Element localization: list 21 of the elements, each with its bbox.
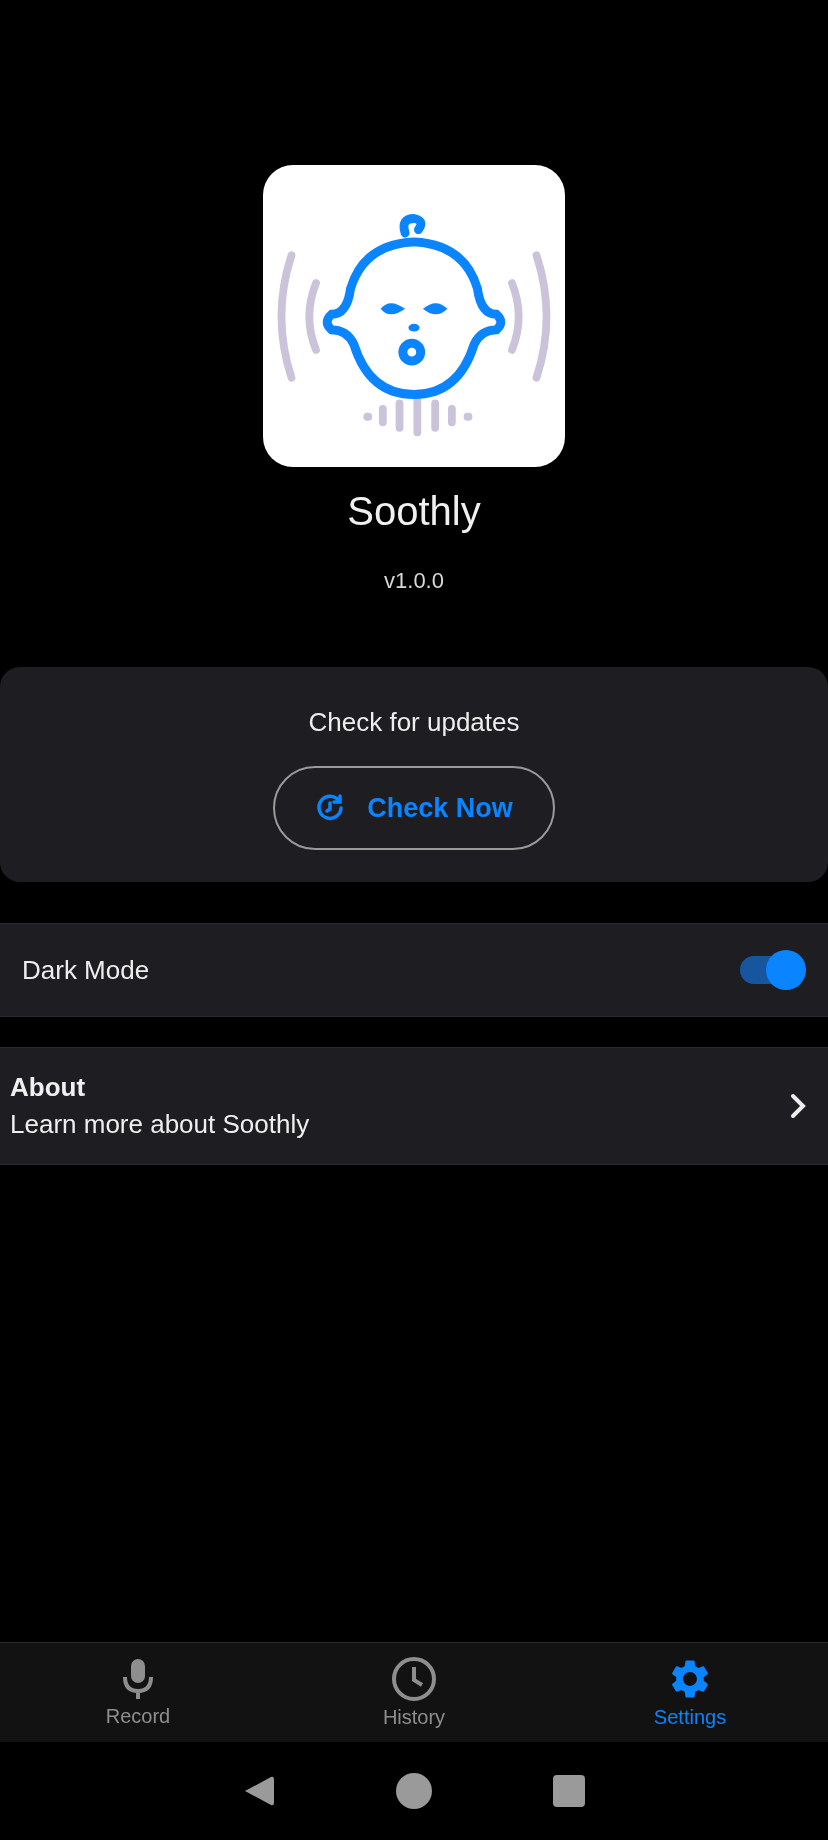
home-button[interactable]	[395, 1772, 433, 1810]
setting-label: Dark Mode	[22, 954, 150, 986]
clock-icon	[391, 1656, 437, 1702]
app-version: v1.0.0	[384, 568, 444, 594]
back-button[interactable]	[243, 1774, 275, 1808]
app-name: Soothly	[347, 489, 481, 534]
check-now-button[interactable]: Check Now	[273, 766, 555, 850]
recents-icon	[553, 1775, 585, 1807]
card-title: Check for updates	[308, 707, 520, 738]
toggle-switch[interactable]	[738, 950, 806, 990]
microphone-icon	[121, 1657, 155, 1701]
row-title: About	[10, 1072, 87, 1103]
row-subtitle: Learn more about Soothly	[10, 1109, 310, 1140]
home-icon	[395, 1772, 433, 1810]
about-row[interactable]: About Learn more about Soothly	[0, 1047, 828, 1165]
chevron-right-icon	[790, 1093, 806, 1119]
refresh-icon	[315, 793, 346, 823]
tab[interactable]: Settings	[552, 1643, 828, 1742]
tab[interactable]: History	[276, 1643, 552, 1742]
back-icon	[243, 1774, 275, 1808]
tab[interactable]: Record	[0, 1643, 276, 1742]
